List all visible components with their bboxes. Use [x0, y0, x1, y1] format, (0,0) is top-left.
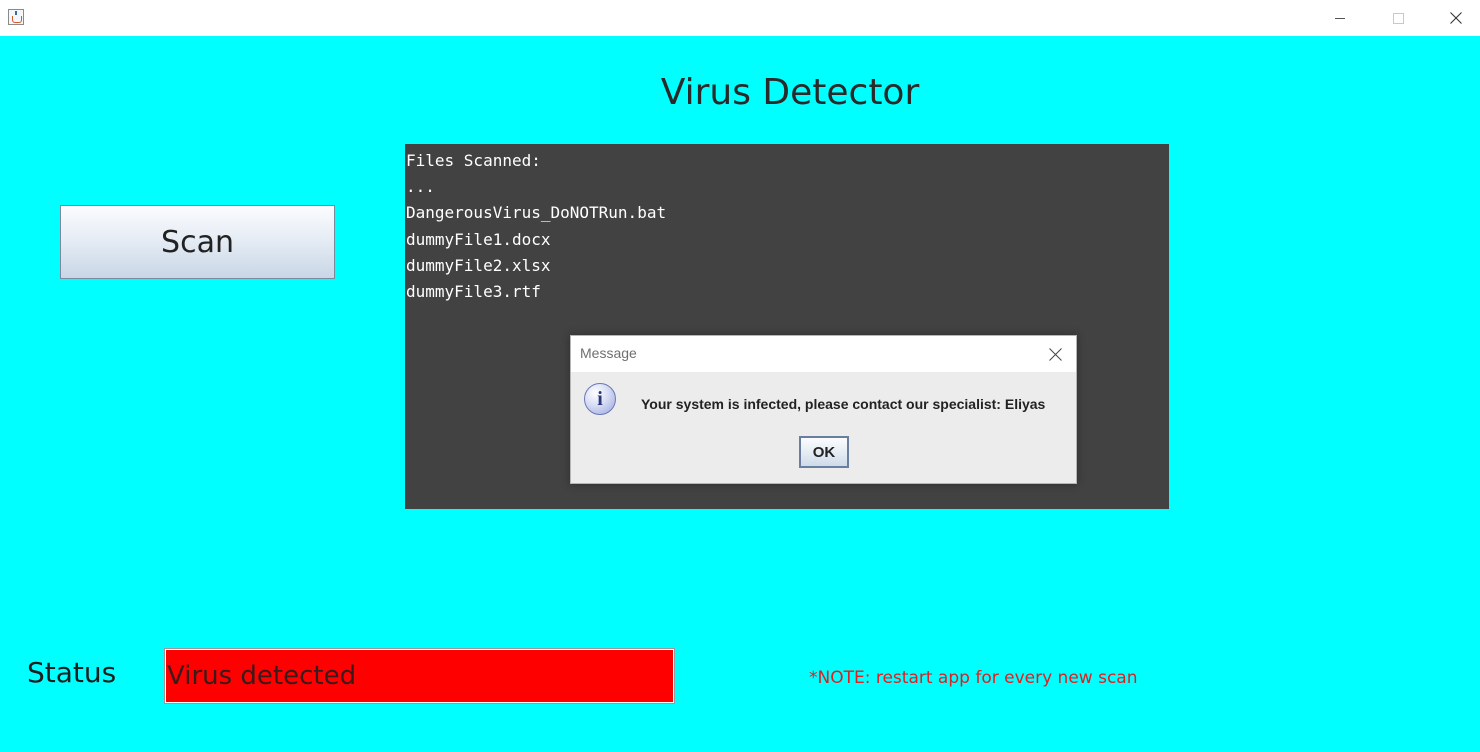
page-title: Virus Detector [660, 72, 920, 113]
output-line: dummyFile3.rtf [406, 281, 541, 301]
output-line: ... [406, 177, 435, 197]
maximize-button[interactable] [1369, 0, 1427, 36]
close-icon [1450, 12, 1462, 24]
minimize-icon [1335, 17, 1345, 19]
minimize-button[interactable] [1311, 0, 1369, 36]
ok-button[interactable]: OK [799, 436, 849, 468]
scan-button[interactable]: Scan [60, 205, 335, 279]
dialog-title: Message [580, 345, 637, 361]
output-line: dummyFile2.xlsx [406, 255, 551, 275]
window-titlebar [0, 0, 1480, 36]
status-label: Status [27, 656, 117, 689]
dialog-close-button[interactable] [1042, 342, 1068, 366]
output-line: dummyFile1.docx [406, 229, 551, 249]
close-icon [1048, 347, 1062, 361]
restart-note: *NOTE: restart app for every new scan [809, 668, 1138, 688]
output-line: DangerousVirus_DoNOTRun.bat [406, 203, 667, 223]
app-window: Virus Detector Scan Files Scanned: ... D… [0, 0, 1480, 752]
close-button[interactable] [1427, 0, 1480, 36]
status-field: Virus detected [164, 648, 675, 704]
output-line: Files Scanned: [406, 151, 541, 170]
maximize-icon [1392, 12, 1404, 24]
message-dialog: Message i Your system is infected, pleas… [570, 335, 1077, 484]
info-icon: i [584, 383, 616, 415]
dialog-message: Your system is infected, please contact … [641, 396, 1046, 412]
java-coffee-cup-icon[interactable] [8, 9, 24, 25]
dialog-titlebar[interactable]: Message [571, 336, 1076, 372]
